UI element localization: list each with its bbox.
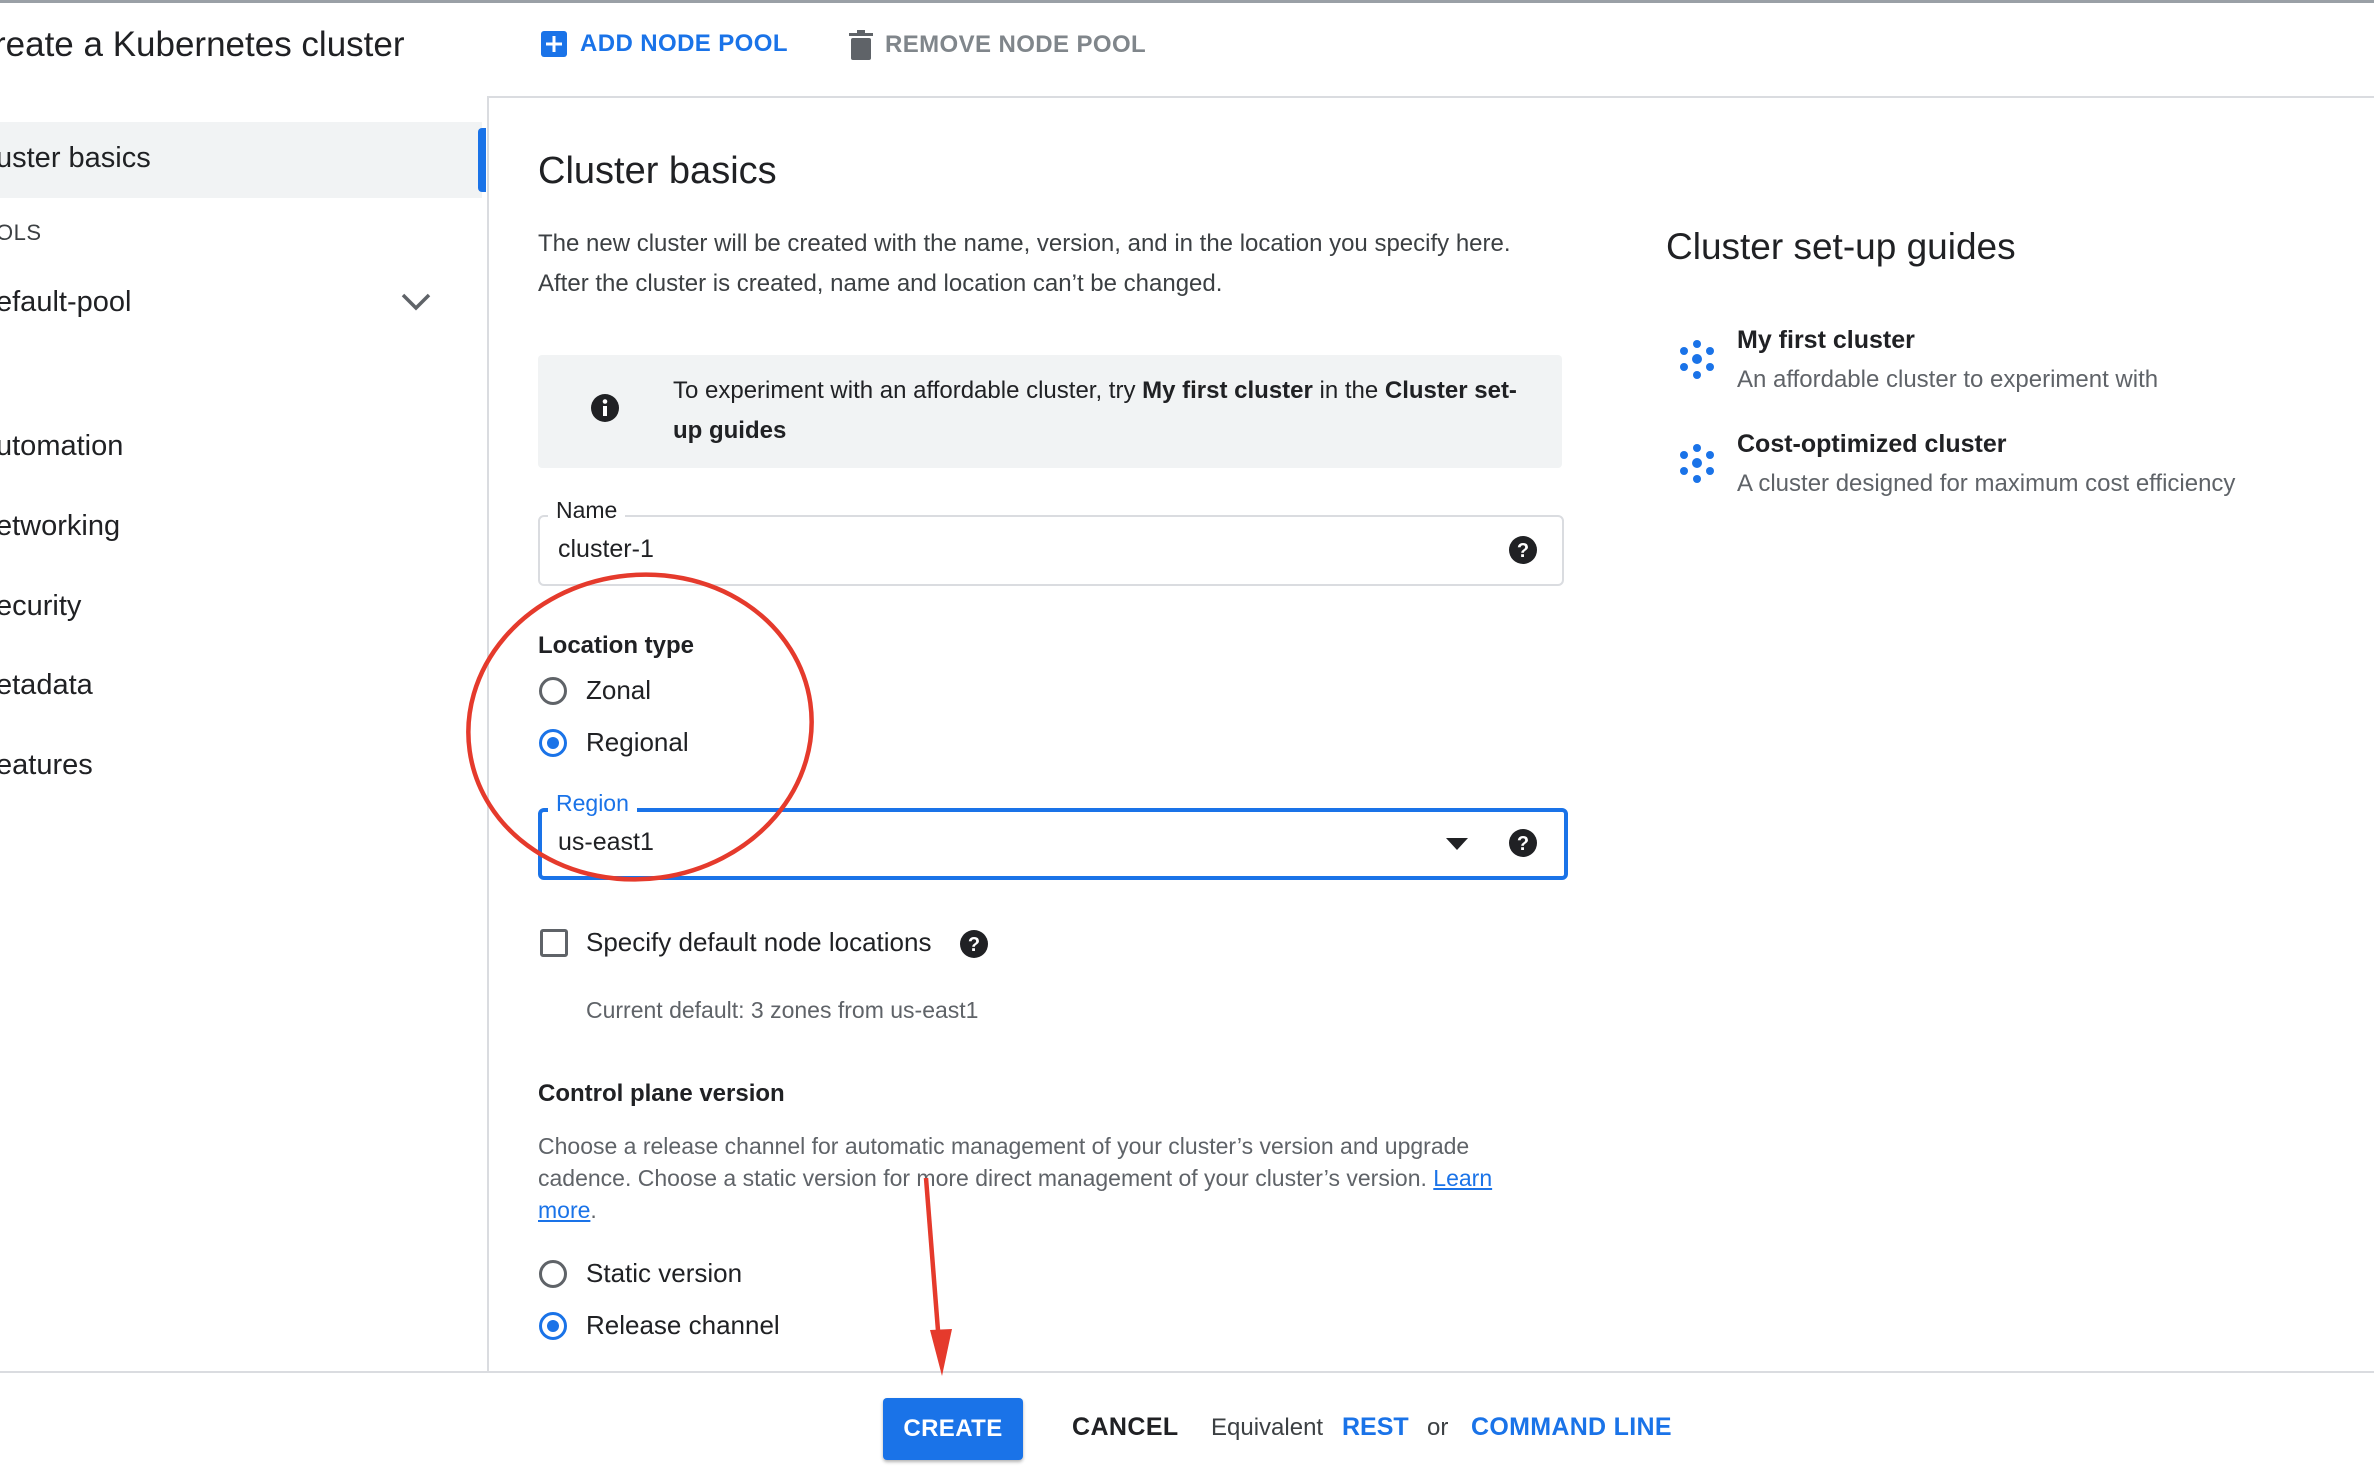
guide-my-first-cluster-desc: An affordable cluster to experiment with bbox=[1737, 366, 2159, 393]
create-button[interactable]: CREATE bbox=[883, 1398, 1023, 1460]
sidebar-item-metadata[interactable]: etadata bbox=[0, 669, 93, 702]
section-title: Cluster basics bbox=[538, 150, 777, 192]
add-box-icon bbox=[540, 30, 568, 58]
info-banner: To experiment with an affordable cluster… bbox=[538, 355, 1562, 468]
name-label: Name bbox=[548, 497, 626, 524]
guide-my-first-cluster[interactable]: My first cluster bbox=[1737, 326, 1915, 355]
equivalent-label: Equivalent bbox=[1211, 1414, 1324, 1441]
sidebar-item-networking[interactable]: etworking bbox=[0, 510, 120, 543]
help-icon[interactable]: ? bbox=[1508, 535, 1538, 570]
radio-static-version-label[interactable]: Static version bbox=[586, 1258, 742, 1289]
sidebar-nav: uster basics OLS efault-pool utomation e… bbox=[0, 96, 489, 1371]
cluster-dots-icon bbox=[1676, 339, 1718, 386]
sidebar-item-default-pool[interactable]: efault-pool bbox=[0, 286, 131, 319]
default-node-locations-checkbox[interactable] bbox=[540, 929, 568, 957]
radio-regional[interactable] bbox=[539, 729, 567, 757]
sidebar-item-automation[interactable]: utomation bbox=[0, 430, 123, 463]
name-field[interactable]: cluster-1 ? bbox=[538, 515, 1564, 586]
guide-cost-optimized-cluster[interactable]: Cost-optimized cluster bbox=[1737, 430, 2006, 459]
or-label: or bbox=[1427, 1414, 1449, 1441]
radio-regional-label[interactable]: Regional bbox=[586, 727, 689, 758]
learn-more-link-cont[interactable]: more bbox=[538, 1197, 590, 1223]
radio-release-channel[interactable] bbox=[539, 1312, 567, 1340]
name-value: cluster-1 bbox=[558, 535, 654, 563]
svg-text:?: ? bbox=[1517, 540, 1529, 562]
default-node-locations-helper: Current default: 3 zones from us-east1 bbox=[586, 997, 979, 1023]
info-banner-text: To experiment with an affordable cluster… bbox=[673, 377, 1517, 444]
add-node-pool-button[interactable]: ADD NODE POOL bbox=[540, 30, 788, 58]
radio-static-version[interactable] bbox=[539, 1260, 567, 1288]
radio-zonal[interactable] bbox=[539, 677, 567, 705]
cluster-dots-icon bbox=[1676, 443, 1718, 490]
section-description: The new cluster will be created with the… bbox=[538, 230, 1511, 297]
add-node-pool-label: ADD NODE POOL bbox=[580, 30, 788, 57]
control-plane-title: Control plane version bbox=[538, 1080, 785, 1107]
control-plane-description: Choose a release channel for automatic m… bbox=[538, 1133, 1493, 1223]
active-indicator bbox=[478, 128, 486, 192]
annotation-arrow-head bbox=[930, 1329, 952, 1376]
svg-text:?: ? bbox=[1517, 833, 1529, 855]
info-link-first-cluster: My first cluster bbox=[1142, 377, 1313, 404]
sidebar-section-node-pools: OLS bbox=[0, 220, 42, 245]
command-line-link[interactable]: COMMAND LINE bbox=[1471, 1413, 1672, 1442]
trash-icon bbox=[849, 30, 873, 60]
region-label: Region bbox=[548, 790, 637, 817]
learn-more-link[interactable]: Learn bbox=[1433, 1165, 1492, 1191]
help-icon[interactable]: ? bbox=[959, 929, 989, 964]
sidebar-item-security[interactable]: ecurity bbox=[0, 590, 81, 623]
default-node-locations-label[interactable]: Specify default node locations bbox=[586, 927, 931, 958]
location-type-label: Location type bbox=[538, 632, 695, 659]
guides-title: Cluster set-up guides bbox=[1666, 226, 2016, 267]
dropdown-arrow-icon[interactable] bbox=[1446, 837, 1468, 855]
cancel-button[interactable]: CANCEL bbox=[1072, 1413, 1179, 1442]
region-select[interactable]: us-east1 ? bbox=[538, 808, 1568, 880]
remove-node-pool-label: REMOVE NODE POOL bbox=[885, 31, 1147, 58]
radio-zonal-label[interactable]: Zonal bbox=[586, 675, 651, 706]
sidebar-item-label: uster basics bbox=[0, 142, 151, 174]
info-icon bbox=[590, 393, 620, 428]
region-value: us-east1 bbox=[558, 828, 654, 856]
action-footer: CREATE CANCEL Equivalent REST or COMMAND… bbox=[0, 1371, 2374, 1468]
remove-node-pool-button[interactable]: REMOVE NODE POOL bbox=[849, 30, 1146, 60]
radio-release-channel-label[interactable]: Release channel bbox=[586, 1310, 780, 1341]
rest-link[interactable]: REST bbox=[1342, 1413, 1409, 1442]
chevron-down-icon[interactable] bbox=[400, 292, 432, 317]
guide-cost-optimized-desc: A cluster designed for maximum cost effi… bbox=[1737, 470, 2236, 497]
sidebar-item-features[interactable]: eatures bbox=[0, 749, 93, 782]
page-header: reate a Kubernetes cluster ADD NODE POOL… bbox=[0, 3, 2374, 98]
page-title: reate a Kubernetes cluster bbox=[0, 25, 405, 64]
svg-text:?: ? bbox=[968, 934, 980, 956]
help-icon[interactable]: ? bbox=[1508, 828, 1538, 863]
